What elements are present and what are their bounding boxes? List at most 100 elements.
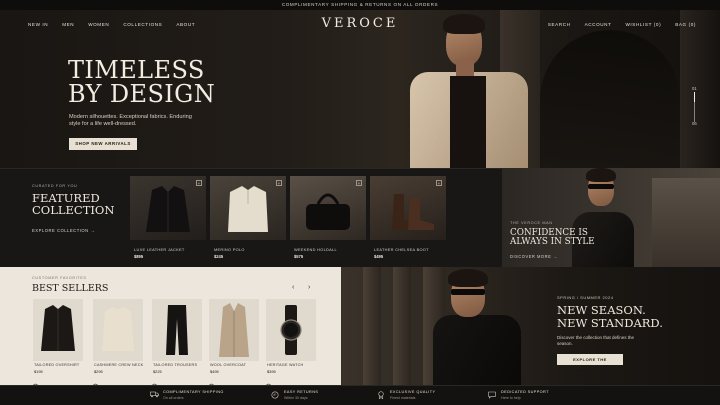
add-to-wishlist-icon[interactable]: +: [436, 180, 442, 186]
feature-title: COMPLIMENTARY SHIPPING: [163, 390, 224, 394]
polo-shirt-image: [210, 176, 286, 240]
slide-current: 01: [692, 86, 697, 91]
crew-neck-image: [93, 299, 143, 361]
confidence-eyebrow: THE VEROCE MAN: [510, 221, 553, 225]
product-price: $245: [214, 254, 224, 259]
utility-nav: SEARCH ACCOUNT WISHLIST (0) BAG (0): [534, 22, 696, 27]
announcement-text: COMPLIMENTARY SHIPPING & RETURNS ON ALL …: [281, 2, 439, 7]
featured-eyebrow: CURATED FOR YOU: [32, 184, 78, 188]
discover-more-link[interactable]: DISCOVER MORE →: [510, 254, 558, 259]
featured-product-card[interactable]: + MERINO POLO $245: [210, 176, 286, 264]
best-sellers-eyebrow: CUSTOMER FAVORITES: [32, 276, 87, 280]
feature-subtitle: On all orders: [163, 396, 184, 400]
overshirt-image: [33, 299, 83, 361]
product-price: $195: [34, 369, 43, 374]
best-seller-card[interactable]: CASHMERE CREW NECK $295: [93, 299, 144, 388]
explore-collection-link[interactable]: EXPLORE COLLECTION →: [32, 228, 95, 233]
add-to-wishlist-icon[interactable]: +: [276, 180, 282, 186]
carousel-prev-icon[interactable]: ‹: [292, 284, 294, 291]
add-to-wishlist-icon[interactable]: +: [196, 180, 202, 186]
truck-icon: [150, 391, 159, 398]
arrow-right-icon: →: [552, 254, 558, 259]
shop-new-arrivals-button[interactable]: SHOP NEW ARRIVALS: [69, 138, 137, 150]
hero-model-image: [410, 10, 530, 168]
feature-subtitle: Finest materials: [390, 396, 416, 400]
product-price: $575: [294, 254, 304, 259]
hero-title-line2: BY DESIGN: [68, 80, 216, 108]
primary-nav: NEW IN MEN WOMEN COLLECTIONS ABOUT: [28, 22, 209, 27]
feature-title: EASY RETURNS: [284, 390, 319, 394]
nav-bag[interactable]: BAG (0): [675, 22, 696, 27]
featured-title: FEATURED COLLECTION: [32, 192, 114, 216]
product-name: HERITAGE WATCH: [267, 363, 304, 367]
featured-product-card[interactable]: + WEEKEND HOLDALL $575: [290, 176, 366, 264]
product-price: $495: [374, 254, 384, 259]
product-name: WOOL OVERCOAT: [210, 363, 247, 367]
best-seller-card[interactable]: TAILORED OVERSHIRT $195: [33, 299, 83, 388]
announcement-bar: COMPLIMENTARY SHIPPING & RETURNS ON ALL …: [0, 0, 720, 10]
product-name: TAILORED OVERSHIRT: [34, 363, 80, 367]
product-name: LEATHER CHELSEA BOOT: [374, 247, 429, 252]
chelsea-boot-image: [370, 176, 446, 240]
carousel-next-icon[interactable]: ›: [308, 284, 310, 291]
add-to-wishlist-icon[interactable]: +: [356, 180, 362, 186]
discover-more-label: DISCOVER MORE: [510, 254, 552, 259]
leather-jacket-image: [130, 176, 206, 240]
return-icon: [271, 391, 279, 399]
season-subtitle: Discover the collection that defines the…: [557, 335, 635, 346]
featured-title-line2: COLLECTION: [32, 203, 115, 217]
season-model-image: [425, 267, 525, 385]
brand-logo[interactable]: VEROCE: [300, 16, 420, 31]
nav-men[interactable]: MEN: [62, 22, 74, 27]
best-seller-card[interactable]: HERITAGE WATCH $395: [266, 299, 316, 388]
best-seller-card[interactable]: WOOL OVERCOAT $495: [209, 299, 259, 388]
season-eyebrow: SPRING / SUMMER 2024: [557, 295, 614, 300]
product-name: WEEKEND HOLDALL: [294, 247, 337, 252]
nav-about[interactable]: ABOUT: [176, 22, 195, 27]
product-name: MERINO POLO: [214, 247, 245, 252]
best-sellers-title: BEST SELLERS: [32, 283, 109, 294]
hero-subtitle: Modern silhouettes. Exceptional fabrics.…: [69, 114, 192, 128]
slide-total: 06: [692, 121, 697, 126]
feature-subtitle: Within 30 days: [284, 396, 308, 400]
holdall-bag-image: [290, 176, 366, 240]
hero-title: TIMELESS BY DESIGN: [68, 58, 215, 106]
feature-title: EXCLUSIVE QUALITY: [390, 390, 436, 394]
product-price: $295: [94, 369, 103, 374]
explore-collection-label: EXPLORE COLLECTION: [32, 228, 89, 233]
product-price: $895: [134, 254, 144, 259]
best-seller-card[interactable]: TAILORED TROUSERS $225: [152, 299, 202, 388]
new-season-banner: [341, 267, 720, 385]
hero-pillar-right: [680, 10, 720, 168]
confidence-banner: [502, 168, 720, 267]
season-title-line2: NEW STANDARD.: [557, 316, 663, 330]
nav-new-in[interactable]: NEW IN: [28, 22, 48, 27]
nav-women[interactable]: WOMEN: [88, 22, 109, 27]
confidence-title-line2: ALWAYS IN STYLE: [510, 237, 595, 248]
product-name: CASHMERE CREW NECK: [94, 363, 144, 367]
season-column: [393, 267, 411, 385]
confidence-title: CONFIDENCE IS ALWAYS IN STYLE: [510, 228, 595, 248]
featured-product-card[interactable]: + LEATHER CHELSEA BOOT $495: [370, 176, 446, 264]
overcoat-image: [209, 299, 259, 361]
product-price: $495: [210, 369, 219, 374]
features-bar: [0, 385, 720, 405]
nav-collections[interactable]: COLLECTIONS: [123, 22, 162, 27]
chat-icon: [488, 391, 496, 399]
featured-product-card[interactable]: + LUXE LEATHER JACKET $895: [130, 176, 206, 264]
award-icon: [377, 391, 385, 400]
season-column: [363, 267, 381, 385]
slide-progress: [694, 92, 695, 122]
feature-subtitle: Here to help: [501, 396, 521, 400]
arrow-right-icon: →: [90, 228, 96, 233]
product-price: $395: [267, 369, 276, 374]
hero-title-line1: TIMELESS: [68, 56, 205, 84]
nav-wishlist[interactable]: WISHLIST (0): [626, 22, 662, 27]
product-name: LUXE LEATHER JACKET: [134, 247, 185, 252]
watch-image: [266, 299, 316, 361]
explore-the-collection-button[interactable]: EXPLORE THE COLLECTION: [557, 354, 623, 373]
product-name: TAILORED TROUSERS: [153, 363, 198, 367]
product-price: $225: [153, 369, 162, 374]
nav-search[interactable]: SEARCH: [548, 22, 571, 27]
nav-account[interactable]: ACCOUNT: [585, 22, 612, 27]
